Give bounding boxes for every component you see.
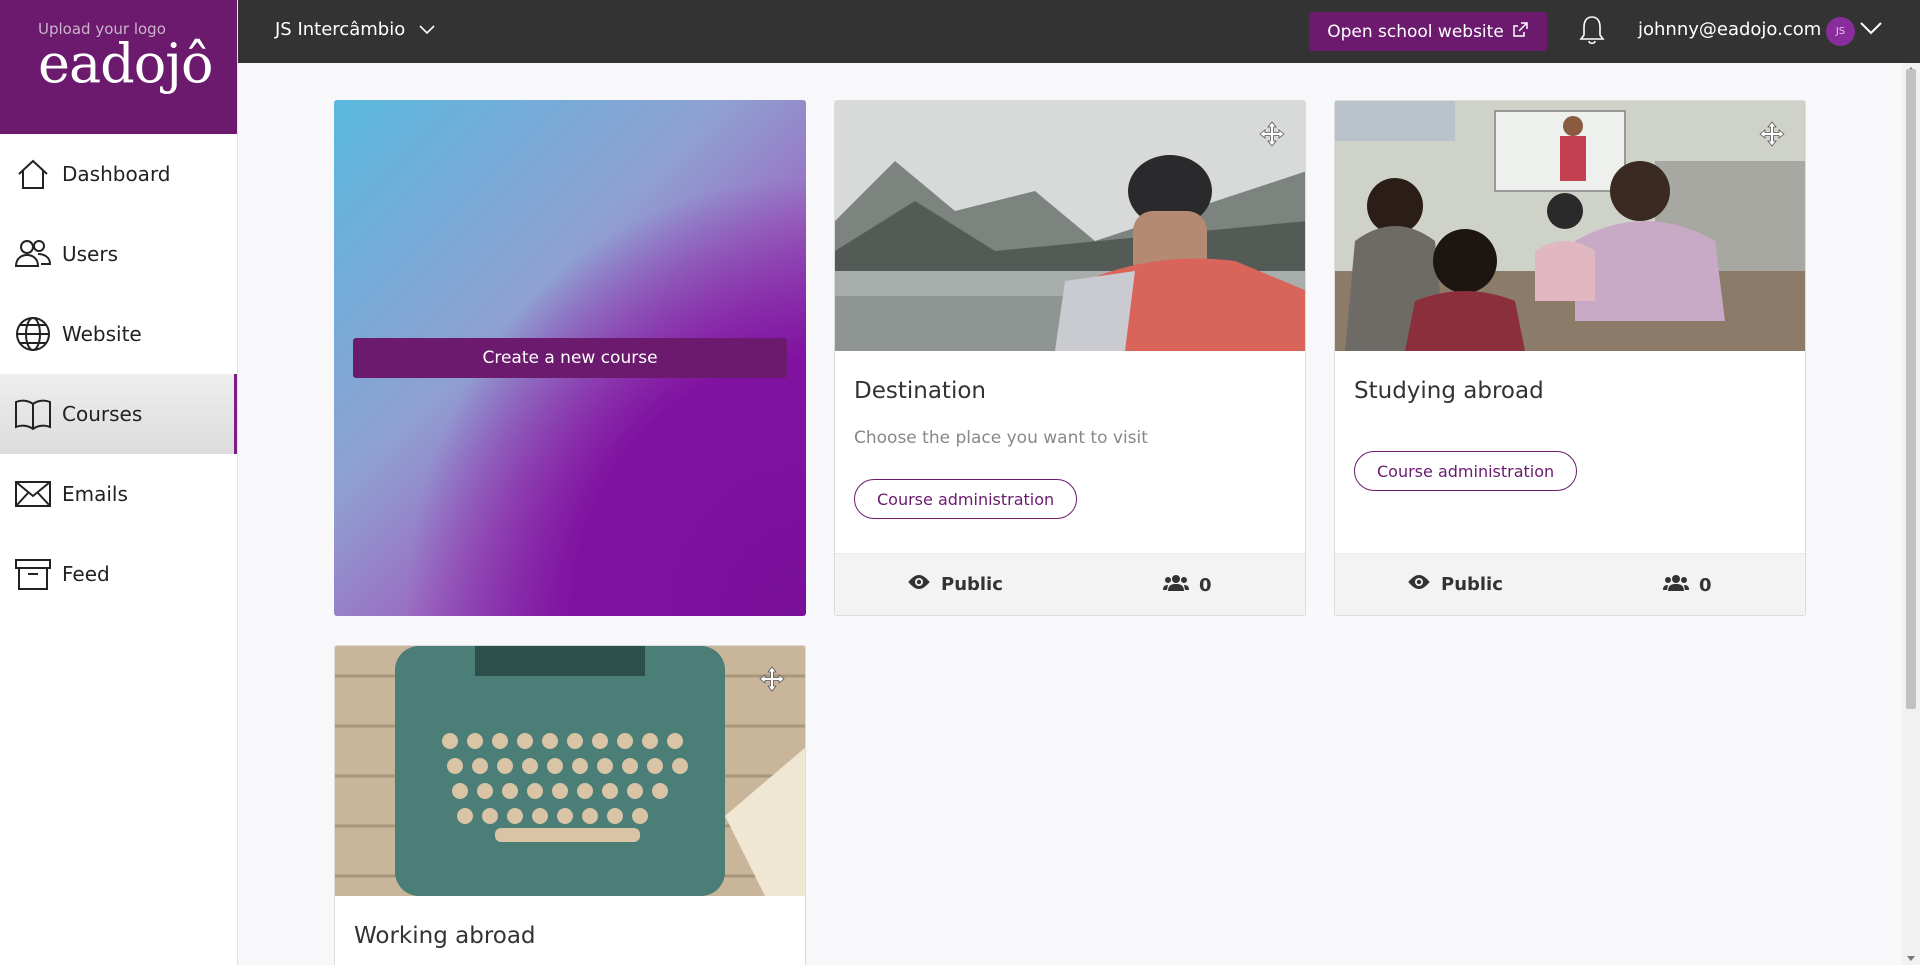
- users-icon: [1663, 574, 1689, 597]
- sidebar-item-users[interactable]: Users: [0, 214, 237, 294]
- bell-icon[interactable]: [1579, 14, 1605, 50]
- sidebar-item-website[interactable]: Website: [0, 294, 237, 374]
- course-card-studying-abroad[interactable]: Studying abroad Course administration Pu…: [1334, 100, 1806, 616]
- home-icon: [14, 155, 52, 193]
- users-icon: [14, 235, 52, 273]
- course-cover-image: [335, 646, 805, 896]
- sidebar-item-label: Dashboard: [62, 162, 171, 186]
- students-count-value: 0: [1699, 575, 1712, 596]
- chevron-down-icon: [419, 19, 435, 40]
- create-course-button[interactable]: Create a new course: [353, 338, 787, 378]
- create-course-card: Create a new course: [334, 100, 806, 616]
- visibility-label: Public: [1441, 574, 1503, 595]
- book-icon: [14, 395, 52, 433]
- page-scrollbar[interactable]: [1902, 63, 1920, 965]
- course-card-footer: Public 0: [835, 553, 1305, 615]
- course-administration-button[interactable]: Course administration: [854, 479, 1078, 519]
- external-link-icon: [1512, 21, 1529, 43]
- move-icon[interactable]: [1759, 121, 1785, 151]
- sidebar-item-courses[interactable]: Courses: [0, 374, 237, 454]
- move-icon[interactable]: [1259, 121, 1285, 151]
- visibility-status: Public: [907, 574, 1003, 595]
- course-cover-image: [835, 101, 1305, 351]
- sidebar-item-label: Website: [62, 322, 142, 346]
- organization-name: JS Intercâmbio: [275, 19, 406, 40]
- logo-upload-area[interactable]: Upload your logo eadojô: [0, 0, 237, 134]
- course-title: Working abroad: [354, 923, 536, 949]
- sidebar-item-emails[interactable]: Emails: [0, 454, 237, 534]
- sidebar-item-label: Courses: [62, 402, 143, 426]
- brand-logo: eadojô: [38, 32, 213, 95]
- course-title: Studying abroad: [1354, 378, 1544, 404]
- course-card-footer: Public 0: [1335, 553, 1805, 615]
- scrollbar-thumb[interactable]: [1906, 69, 1916, 709]
- course-administration-button[interactable]: Course administration: [1354, 451, 1578, 491]
- sidebar-item-dashboard[interactable]: Dashboard: [0, 134, 237, 214]
- users-icon: [1163, 574, 1189, 597]
- user-email[interactable]: johnny@eadojo.com: [1638, 19, 1821, 40]
- globe-icon: [14, 315, 52, 353]
- sidebar-item-feed[interactable]: Feed: [0, 534, 237, 614]
- students-count: 0: [1663, 574, 1712, 597]
- course-card-working-abroad[interactable]: Working abroad: [334, 645, 806, 965]
- sidebar: Upload your logo eadojô Dashboard Users …: [0, 0, 238, 965]
- topbar: JS Intercâmbio Open school website johnn…: [238, 0, 1920, 63]
- visibility-label: Public: [941, 574, 1003, 595]
- open-site-label: Open school website: [1327, 21, 1504, 42]
- students-count-value: 0: [1199, 575, 1212, 596]
- envelope-icon: [14, 475, 52, 513]
- students-count: 0: [1163, 574, 1212, 597]
- course-cover-image: [1335, 101, 1805, 351]
- organization-selector[interactable]: JS Intercâmbio: [275, 19, 435, 40]
- course-card-destination[interactable]: Destination Choose the place you want to…: [834, 100, 1306, 616]
- eye-icon: [907, 574, 931, 595]
- visibility-status: Public: [1407, 574, 1503, 595]
- avatar[interactable]: JS: [1826, 17, 1855, 46]
- course-description: Choose the place you want to visit: [854, 428, 1148, 448]
- eye-icon: [1407, 574, 1431, 595]
- sidebar-item-label: Users: [62, 242, 119, 266]
- open-school-website-button[interactable]: Open school website: [1309, 12, 1547, 51]
- scroll-down-arrow-icon[interactable]: [1907, 956, 1915, 961]
- move-icon[interactable]: [759, 666, 785, 696]
- sidebar-item-label: Emails: [62, 482, 128, 506]
- sidebar-item-label: Feed: [62, 562, 110, 586]
- archive-icon: [14, 555, 52, 593]
- course-title: Destination: [854, 378, 986, 404]
- chevron-down-icon[interactable]: [1860, 20, 1882, 39]
